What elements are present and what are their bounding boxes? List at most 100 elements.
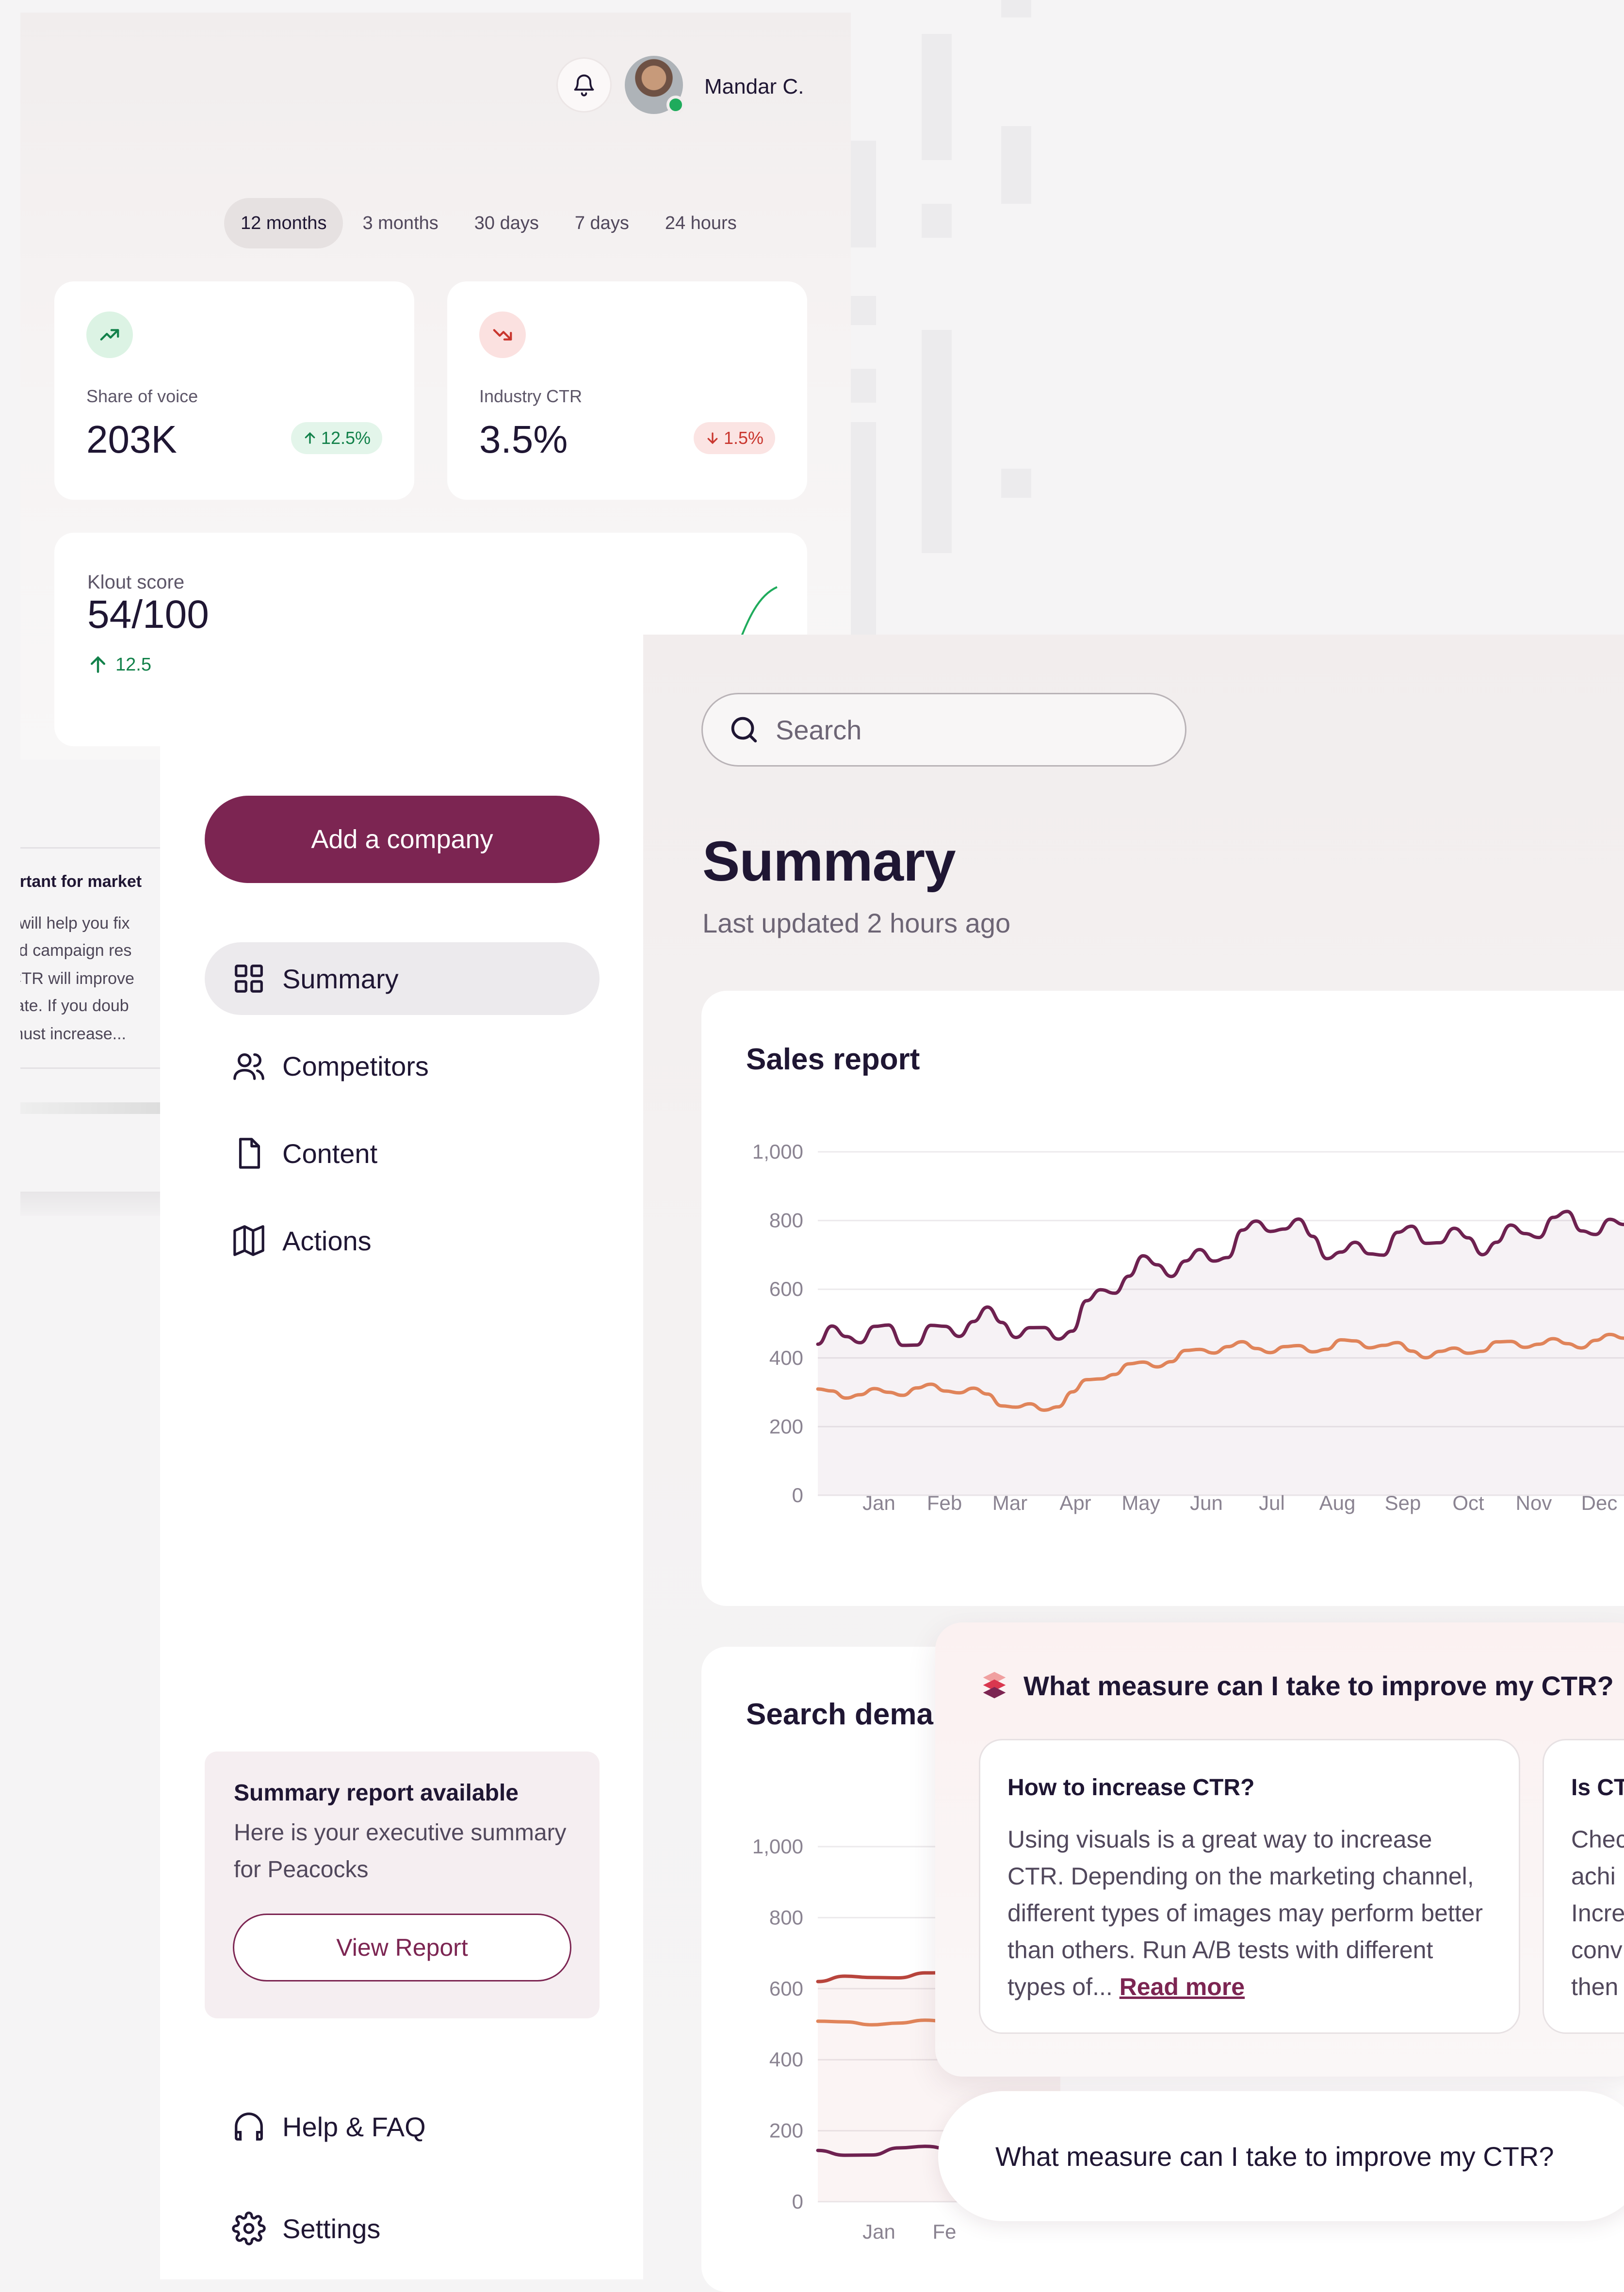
article-line: CTR will improve (20, 969, 134, 988)
background-block (1001, 0, 1031, 17)
ai-card-text: Using visuals is a great way to increase… (1007, 1826, 1483, 2000)
trending-up-icon (86, 311, 133, 358)
online-status-dot (666, 96, 685, 114)
article-line: od campaign res (20, 941, 132, 960)
x-tick-label: Fe (932, 2220, 956, 2243)
gear-icon (232, 2211, 266, 2245)
user-name: Mandar C. (704, 75, 804, 98)
ai-card-title: How to increase CTR? (1007, 1775, 1255, 1801)
sidebar-item-label: Help & FAQ (282, 2111, 426, 2142)
ai-assistant-panel: What measure can I take to improve my CT… (935, 1622, 1624, 2077)
tab-12-months[interactable]: 12 months (224, 198, 343, 248)
sidebar-item-help[interactable]: Help & FAQ (205, 2090, 600, 2163)
y-tick-label: 200 (769, 1415, 803, 1438)
tab-3-months[interactable]: 3 months (346, 198, 455, 248)
article-line: rate. If you doub (20, 997, 129, 1015)
search-placeholder: Search (776, 714, 862, 745)
add-company-button[interactable]: Add a company (205, 796, 600, 883)
stat-label: Share of voice (86, 386, 198, 406)
page-title: Summary (702, 830, 956, 893)
stat-label: Industry CTR (479, 386, 583, 406)
card-shadow (20, 1192, 160, 1216)
ai-card-body: Using visuals is a great way to increase… (1007, 1821, 1493, 2005)
divider (20, 1067, 160, 1069)
article-line: t will help you fix (20, 914, 130, 933)
sidebar-item-label: Summary (282, 963, 399, 994)
series-area (818, 1211, 1624, 1495)
sidebar-item-summary[interactable]: Summary (205, 942, 600, 1015)
stat-card-industry-ctr: Industry CTR 3.5% 1.5% (447, 281, 807, 500)
ai-card-title: Is CT (1571, 1775, 1624, 1801)
stat-delta-badge: 1.5% (693, 422, 775, 454)
sidebar-item-settings[interactable]: Settings (205, 2192, 600, 2265)
time-range-tabs: 12 months 3 months 30 days 7 days 24 hou… (224, 198, 753, 248)
sidebar-item-actions[interactable]: Actions (205, 1204, 600, 1277)
search-icon (731, 717, 757, 743)
page-subtitle: Last updated 2 hours ago (702, 908, 1011, 938)
y-tick-label: 1,000 (752, 1140, 803, 1163)
y-tick-label: 1,000 (752, 1835, 803, 1858)
klout-label: Klout score (87, 572, 185, 593)
map-icon (233, 1225, 264, 1256)
sales-report-chart: 02004006008001,000Jan Feb Mar Apr May Jun Jul A… (752, 1140, 1624, 1514)
ai-question-input[interactable]: What measure can I take to improve my CT… (938, 2091, 1624, 2221)
search-input[interactable]: Search (701, 693, 1186, 767)
divider (20, 847, 160, 849)
summary-report-card: Summary report available Here is your ex… (205, 1752, 600, 2018)
background-block (1001, 469, 1031, 498)
report-description: Here is your executive summary for Peaco… (234, 1820, 567, 1883)
image-strip (20, 1102, 160, 1114)
background-block (1001, 126, 1031, 204)
tab-24-hours[interactable]: 24 hours (649, 198, 753, 248)
y-tick-label: 600 (769, 1977, 803, 2000)
klout-delta: 12.5 (87, 654, 151, 675)
article-line: must increase... (20, 1025, 126, 1043)
stat-value: 203K (86, 418, 177, 461)
y-tick-label: 400 (769, 2048, 803, 2071)
klout-value: 54/100 (87, 592, 209, 637)
stat-delta-badge: 12.5% (291, 422, 382, 454)
y-tick-label: 800 (769, 1209, 803, 1232)
arrow-up-icon (305, 432, 315, 444)
stat-card-share-of-voice: Share of voice 203K 12.5% (54, 281, 414, 500)
users-icon (233, 1053, 264, 1080)
y-tick-label: 600 (769, 1277, 803, 1300)
y-tick-label: 200 (769, 2119, 803, 2142)
report-title: Summary report available (234, 1780, 519, 1806)
sidebar-item-competitors[interactable]: Competitors (205, 1030, 600, 1102)
arrow-down-icon (707, 432, 718, 444)
y-tick-label: 0 (792, 2190, 803, 2213)
sales-report-card: Sales report 0 200 400 600 800 1,000 Jan Feb Mar… (701, 991, 1624, 1606)
sidebar: Add a company Summary Competitors Conten… (160, 635, 643, 2279)
ai-answer-card[interactable]: How to increase CTR? Using visuals is a … (979, 1739, 1520, 2034)
ai-card-body: Chec achi Incre conv then (1571, 1826, 1624, 2000)
sidebar-item-label: Competitors (282, 1050, 429, 1081)
stat-delta: 12.5% (321, 428, 371, 448)
article-snippet: ortant for market t will help you fix od… (20, 760, 160, 1216)
sidebar-item-label: Actions (282, 1225, 372, 1256)
view-report-button[interactable]: View Report (233, 1914, 571, 1981)
y-tick-label: 400 (769, 1346, 803, 1369)
trending-down-icon (479, 311, 526, 358)
avatar[interactable] (625, 56, 685, 114)
notifications-button[interactable] (556, 57, 612, 113)
sidebar-item-content[interactable]: Content (205, 1117, 600, 1190)
sidebar-item-label: Content (282, 1138, 378, 1169)
y-tick-label: 0 (792, 1484, 803, 1506)
sidebar-item-label: Settings (282, 2213, 381, 2244)
file-icon (239, 1138, 260, 1169)
x-tick-label: Jan (862, 2220, 895, 2243)
bell-icon (574, 74, 594, 97)
read-more-link[interactable]: Read more (1120, 1973, 1245, 2000)
ai-input-value: What measure can I take to improve my CT… (995, 2141, 1554, 2172)
arrow-up-icon (90, 656, 106, 673)
background-block (851, 422, 876, 636)
grid-icon (235, 965, 263, 993)
y-tick-label: 800 (769, 1906, 803, 1929)
background-block (922, 330, 952, 553)
ai-answer-card[interactable]: Is CT Chec achi Incre conv then (1543, 1739, 1624, 2034)
background-block (922, 204, 952, 238)
tab-7-days[interactable]: 7 days (558, 198, 646, 248)
tab-30-days[interactable]: 30 days (458, 198, 555, 248)
article-title: ortant for market (20, 872, 142, 891)
